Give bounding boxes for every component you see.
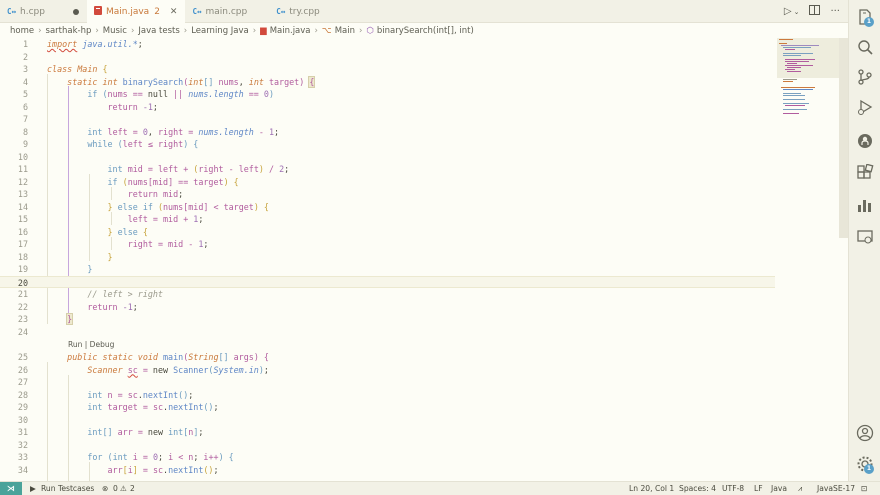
editor-tab-bar: C↔ h.cpp Main.java 2 ✕ C↔ main.cpp C↔ tr… — [0, 0, 848, 23]
breadcrumb: home › sarthak-hp › Music › Java tests › Lea… — [0, 23, 848, 38]
run-debug-icon[interactable] — [856, 98, 874, 116]
editor-actions: ▷ ⌄ ··· — [784, 0, 840, 23]
warning-count[interactable]: 2 — [130, 482, 135, 495]
run-icon[interactable]: ▷ — [784, 6, 792, 17]
code-line: 24 — [17, 326, 28, 337]
tab-main-cpp[interactable]: C↔ main.cpp — [185, 0, 255, 23]
cpp-file-icon: C↔ — [7, 7, 17, 16]
code-line: 4 static int binarySearch(int[] nums, in… — [22, 75, 316, 88]
breadcrumb-item[interactable]: sarthak-hp — [46, 26, 92, 36]
close-icon[interactable]: ✕ — [170, 7, 178, 17]
code-line: 11 int mid = left + (right - left) / 2; — [17, 164, 290, 174]
breadcrumb-item[interactable]: Music — [103, 26, 127, 36]
cpp-file-icon: C↔ — [276, 7, 286, 16]
code-line: 13 return mid; — [17, 189, 184, 199]
run-testcases-button[interactable]: Run Testcases — [41, 482, 94, 495]
formatter-icon[interactable]: ⩘ — [798, 482, 802, 495]
code-line: 7 — [22, 114, 28, 124]
code-line: 25 public static void main(String[] args… — [17, 352, 269, 362]
more-actions-icon[interactable]: ··· — [830, 6, 840, 17]
cursor-position[interactable]: Ln 20, Col 1 — [629, 482, 674, 495]
code-line: 3 class Main { — [22, 64, 108, 74]
remote-explorer-icon[interactable] — [856, 228, 874, 246]
class-icon: ⌥ — [321, 25, 332, 36]
tab-h-cpp[interactable]: C↔ h.cpp — [0, 0, 87, 23]
code-line: 34 arr[i] = sc.nextInt(); — [17, 464, 219, 475]
cpp-file-icon: C↔ — [192, 7, 202, 16]
minimap[interactable] — [777, 38, 839, 481]
split-editor-icon[interactable] — [809, 5, 821, 18]
activity-bar: 1 1 — [848, 0, 880, 481]
code-line: 16 } else { — [17, 226, 148, 237]
settings-badge: 1 — [864, 464, 874, 474]
codelens-run-debug[interactable]: Run | Debug — [68, 340, 114, 349]
account-icon[interactable] — [856, 424, 874, 442]
explorer-badge: 1 — [864, 17, 874, 27]
code-line: 15 left = mid + 1; — [17, 214, 204, 224]
code-line: 32 — [17, 439, 28, 450]
language-mode[interactable]: Java — [771, 482, 787, 495]
code-line: 21 // left > right — [17, 289, 163, 299]
unsaved-dot-icon[interactable] — [72, 8, 79, 15]
status-bar: ⋊ ▶ Run Testcases ⊗ 0 ⚠ 2 Ln 20, Col 1 S… — [0, 481, 880, 495]
code-line: 2 — [22, 51, 28, 62]
warning-icon[interactable]: ⚠ — [120, 482, 127, 495]
source-control-icon[interactable] — [856, 68, 874, 86]
breadcrumb-class[interactable]: Main — [335, 26, 355, 36]
scrollbar-thumb[interactable] — [839, 38, 848, 238]
breadcrumb-file[interactable]: Main.java — [270, 26, 311, 36]
code-line: 27 — [17, 377, 28, 387]
code-line: 22 return -1; — [17, 301, 138, 312]
code-line: 5 if (nums == null || nums.length == 0) — [22, 89, 274, 99]
code-line: 26 Scanner sc = new Scanner(System.in); — [17, 364, 269, 375]
charts-icon[interactable] — [856, 196, 874, 214]
error-count[interactable]: 0 — [113, 482, 118, 495]
breadcrumb-item[interactable]: Java tests — [138, 26, 179, 36]
code-line: 8 int left = 0, right = nums.length - 1; — [22, 126, 280, 137]
tab-try-cpp[interactable]: C↔ try.cpp — [269, 0, 328, 23]
github-icon[interactable] — [856, 132, 874, 150]
run-testcases-icon[interactable]: ▶ — [30, 482, 36, 495]
line-ending[interactable]: LF — [754, 482, 763, 495]
code-line-current: 20 — [0, 275, 775, 288]
breadcrumb-item[interactable]: home — [10, 26, 34, 36]
breadcrumb-method[interactable]: binarySearch(int[], int) — [377, 26, 474, 36]
code-line: 17 right = mid - 1; — [17, 239, 209, 249]
tab-label: h.cpp — [20, 6, 45, 17]
code-editor[interactable]: 1 import java.util.*; 2 3 class Main { 4 s… — [0, 38, 848, 481]
java-file-icon — [93, 6, 102, 17]
code-line: 33 for (int i = 0; i < n; i++) { — [17, 452, 234, 462]
code-line: 1 import java.util.*; — [22, 39, 143, 49]
notifications-icon[interactable]: ⊡ — [861, 482, 867, 495]
code-line: 23 } — [17, 313, 74, 325]
code-line: 9 while (left ≤ right) { — [22, 139, 199, 149]
breadcrumb-item[interactable]: Learning Java — [191, 26, 249, 36]
encoding[interactable]: UTF-8 — [722, 482, 744, 495]
code-line: 19 } — [17, 264, 93, 274]
code-line: 31 int[] arr = new int[n]; — [17, 427, 204, 437]
code-line: 29 int target = sc.nextInt(); — [17, 402, 219, 412]
problem-count-badge: 2 — [154, 6, 160, 17]
code-line: 6 return -1; — [22, 101, 158, 112]
code-line: 18 } — [17, 251, 113, 262]
java-file-icon: ▆ — [260, 25, 267, 36]
tab-label: main.cpp — [205, 6, 248, 17]
tab-label: try.cpp — [289, 6, 320, 17]
tab-main-java[interactable]: Main.java 2 ✕ — [86, 0, 186, 23]
java-version[interactable]: JavaSE-17 — [817, 482, 855, 495]
indentation[interactable]: Spaces: 4 — [679, 482, 716, 495]
chevron-down-icon[interactable]: ⌄ — [794, 8, 800, 16]
code-line: 30 — [17, 414, 28, 425]
code-line: 14 } else if (nums[mid] < target) { — [17, 201, 269, 212]
search-icon[interactable] — [856, 38, 874, 56]
code-line: 10 — [17, 151, 28, 162]
code-line: 12 if (nums[mid] == target) { — [17, 176, 239, 187]
remote-indicator-icon[interactable]: ⋊ — [0, 482, 22, 495]
method-icon: ⬡ — [366, 25, 374, 36]
extensions-icon[interactable] — [856, 163, 874, 182]
tab-label: Main.java — [105, 6, 150, 17]
error-icon[interactable]: ⊗ — [102, 482, 108, 495]
code-line: 28 int n = sc.nextInt(); — [17, 389, 194, 400]
